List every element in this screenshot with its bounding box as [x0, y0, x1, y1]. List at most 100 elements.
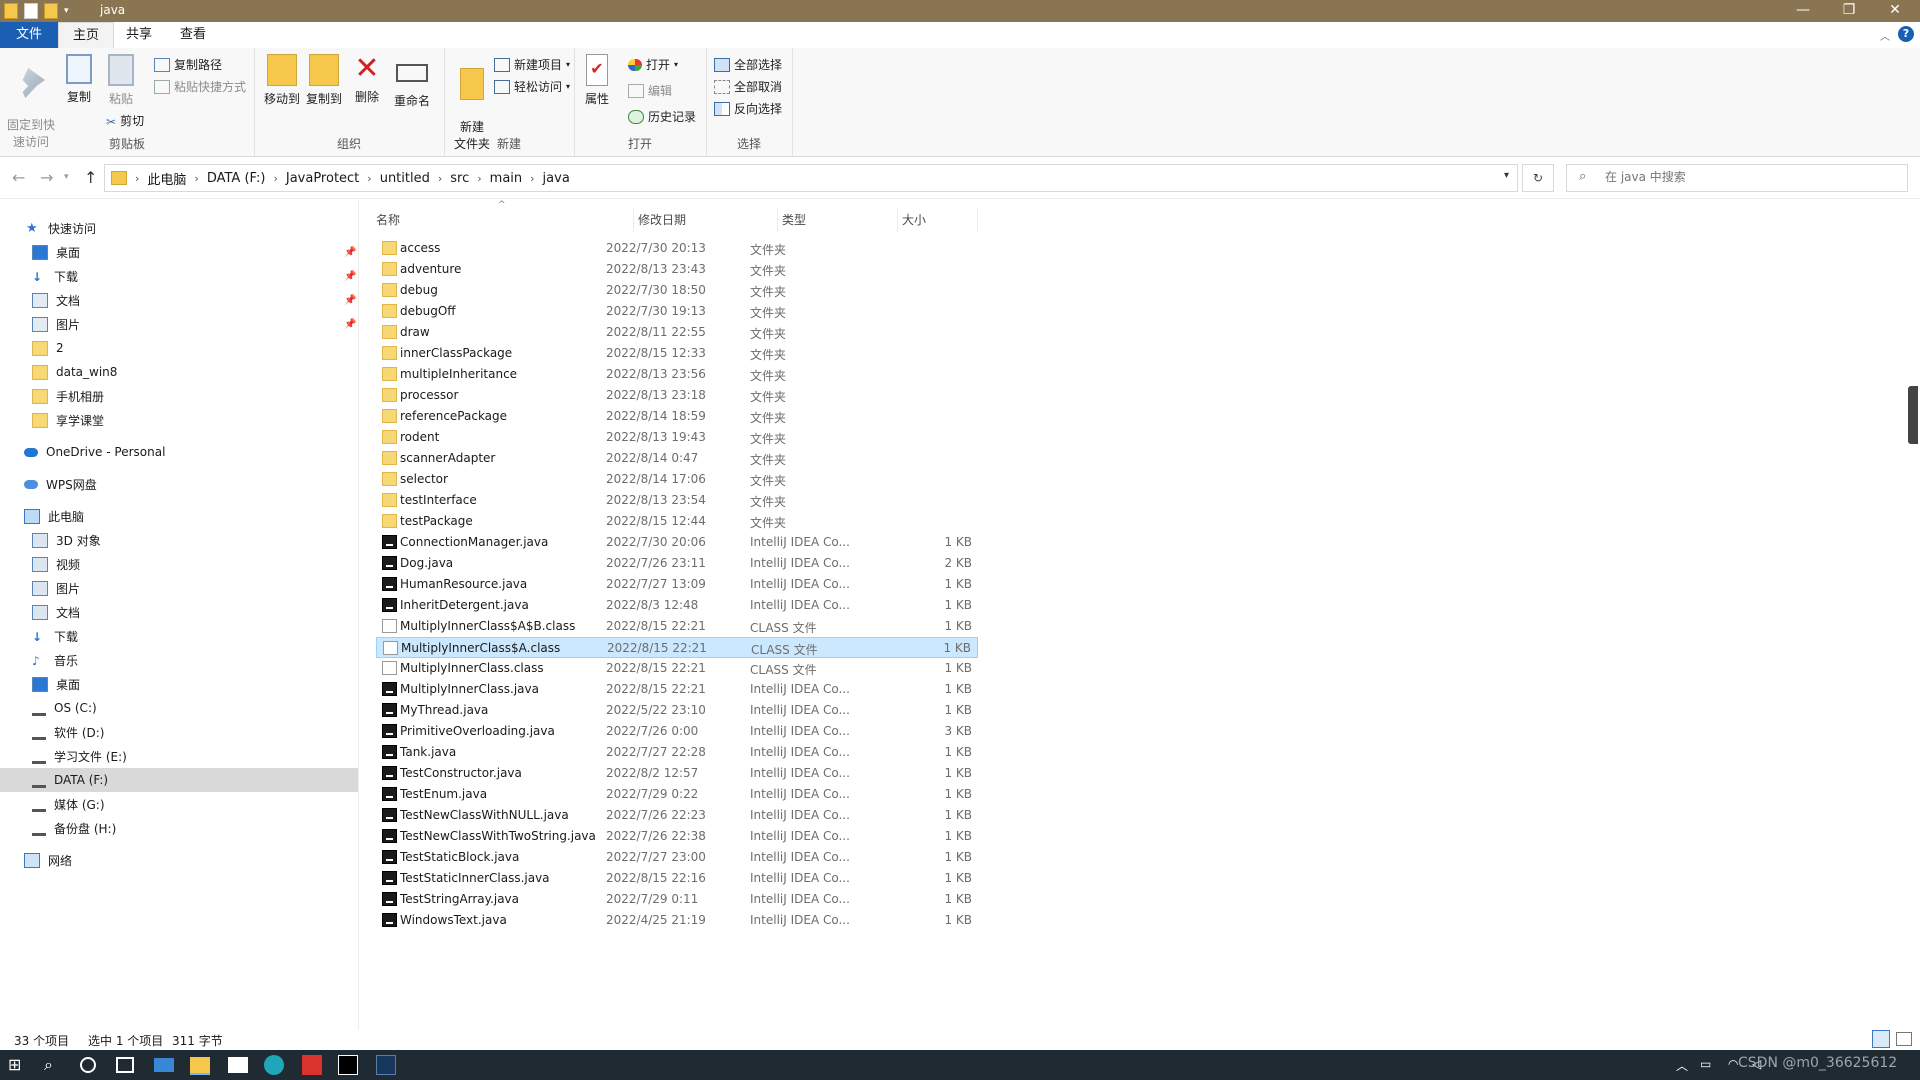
breadcrumb-java[interactable]: java	[543, 171, 570, 186]
sidebar-quick-access[interactable]: ★ 快速访问	[0, 216, 358, 240]
file-row[interactable]: debug 2022/7/30 18:50 文件夹	[376, 280, 978, 301]
chevron-right-icon[interactable]: ›	[135, 172, 139, 185]
file-row[interactable]: draw 2022/8/11 22:55 文件夹	[376, 322, 978, 343]
breadcrumb-main[interactable]: main	[490, 171, 522, 186]
invert-selection-button[interactable]: 反向选择	[714, 100, 782, 117]
file-row[interactable]: scannerAdapter 2022/8/14 0:47 文件夹	[376, 448, 978, 469]
pin-icon[interactable]: 📌	[344, 271, 356, 282]
edge-icon[interactable]	[264, 1055, 284, 1075]
collapse-ribbon-icon[interactable]: ︿	[1880, 28, 1890, 43]
column-header-date[interactable]: 修改日期	[634, 208, 778, 232]
tab-file[interactable]: 文件	[0, 22, 59, 48]
address-bar[interactable]: › 此电脑 › DATA (F:) › JavaProtect › untitl…	[104, 164, 1518, 192]
file-row[interactable]: TestNewClassWithTwoString.java 2022/7/26 …	[376, 826, 978, 847]
up-arrow-icon[interactable]: ↑	[84, 168, 97, 187]
large-icons-view-icon[interactable]	[1896, 1032, 1912, 1046]
file-row[interactable]: multipleInheritance 2022/8/13 23:56 文件夹	[376, 364, 978, 385]
sidebar-quick-item[interactable]: data_win8	[0, 360, 358, 384]
forward-arrow-icon[interactable]: →	[40, 168, 53, 187]
search-box[interactable]: ⌕	[1566, 164, 1908, 192]
file-row[interactable]: TestEnum.java 2022/7/29 0:22 IntelliJ IDEA…	[376, 784, 978, 805]
restore-button[interactable]: ❐	[1826, 0, 1872, 22]
file-row[interactable]: testInterface 2022/8/13 23:54 文件夹	[376, 490, 978, 511]
column-header-size[interactable]: 大小	[898, 208, 978, 232]
file-row[interactable]: Tank.java 2022/7/27 22:28 IntelliJ IDEA Co…	[376, 742, 978, 763]
wps-icon[interactable]	[302, 1055, 322, 1075]
back-arrow-icon[interactable]: ←	[12, 168, 25, 187]
tab-view[interactable]: 查看	[166, 22, 220, 48]
chevron-right-icon[interactable]: ›	[477, 172, 481, 185]
search-icon[interactable]: ⌕	[44, 1055, 64, 1075]
sidebar-quick-item[interactable]: 2	[0, 336, 358, 360]
recent-locations-icon[interactable]: ▾	[64, 172, 69, 182]
file-row[interactable]: PrimitiveOverloading.java 2022/7/26 0:00 I…	[376, 721, 978, 742]
rename-button[interactable]: 重命名	[390, 54, 434, 109]
file-row[interactable]: testPackage 2022/8/15 12:44 文件夹	[376, 511, 978, 532]
file-row[interactable]: InheritDetergent.java 2022/8/3 12:48 Intel…	[376, 595, 978, 616]
sidebar-quick-item[interactable]: 文档 📌	[0, 288, 358, 312]
chevron-right-icon[interactable]: ›	[273, 172, 277, 185]
column-header-type[interactable]: 类型	[778, 208, 898, 232]
scrollbar-thumb[interactable]	[1908, 386, 1918, 444]
file-row[interactable]: processor 2022/8/13 23:18 文件夹	[376, 385, 978, 406]
help-icon[interactable]: ?	[1898, 26, 1914, 42]
cut-button[interactable]: ✂ 剪切	[106, 112, 144, 129]
sidebar-pc-item[interactable]: OS (C:)	[0, 696, 358, 720]
details-view-icon[interactable]	[1872, 1030, 1890, 1048]
sidebar-quick-item[interactable]: 桌面 📌	[0, 240, 358, 264]
pin-icon[interactable]: 📌	[344, 295, 356, 306]
file-row[interactable]: adventure 2022/8/13 23:43 文件夹	[376, 259, 978, 280]
new-folder-icon[interactable]	[44, 3, 58, 19]
file-row[interactable]: ConnectionManager.java 2022/7/30 20:06 Int…	[376, 532, 978, 553]
chevron-right-icon[interactable]: ›	[367, 172, 371, 185]
pin-icon[interactable]: 📌	[344, 247, 356, 258]
breadcrumb-drive-f[interactable]: DATA (F:)	[207, 171, 266, 186]
select-none-button[interactable]: 全部取消	[714, 78, 782, 95]
file-row[interactable]: WindowsText.java 2022/4/25 21:19 IntelliJ …	[376, 910, 978, 931]
file-row[interactable]: MultiplyInnerClass.class 2022/8/15 22:21 C…	[376, 658, 978, 679]
move-to-button[interactable]: 移动到	[262, 54, 302, 107]
sidebar-pc-item[interactable]: 软件 (D:)	[0, 720, 358, 744]
column-header-name[interactable]: 名称	[372, 208, 634, 232]
file-row[interactable]: MultiplyInnerClass$A$B.class 2022/8/15 22…	[376, 616, 978, 637]
sidebar-pc-item[interactable]: 媒体 (G:)	[0, 792, 358, 816]
sidebar-pc-item[interactable]: 图片	[0, 576, 358, 600]
minimize-button[interactable]: —	[1780, 0, 1826, 22]
sidebar-pc-item[interactable]: 文档	[0, 600, 358, 624]
properties-check-icon[interactable]	[24, 3, 38, 19]
paste-button[interactable]: 粘贴	[102, 54, 140, 107]
edit-button[interactable]: 编辑	[628, 82, 672, 99]
breadcrumb-javaprotect[interactable]: JavaProtect	[286, 171, 359, 186]
close-button[interactable]: ✕	[1872, 0, 1918, 22]
sidebar-pc-item[interactable]: 备份盘 (H:)	[0, 816, 358, 840]
select-all-button[interactable]: 全部选择	[714, 56, 782, 73]
paste-shortcut-button[interactable]: 粘贴快捷方式	[154, 78, 246, 95]
chevron-right-icon[interactable]: ›	[438, 172, 442, 185]
sidebar-this-pc[interactable]: 此电脑	[0, 504, 358, 528]
delete-button[interactable]: ✕ 删除	[352, 54, 382, 105]
address-dropdown-icon[interactable]: ▾	[1504, 170, 1509, 181]
file-row[interactable]: TestNewClassWithNULL.java 2022/7/26 22:23…	[376, 805, 978, 826]
file-row[interactable]: TestConstructor.java 2022/8/2 12:57 Intell…	[376, 763, 978, 784]
file-row[interactable]: selector 2022/8/14 17:06 文件夹	[376, 469, 978, 490]
open-button[interactable]: 打开 ▾	[628, 56, 678, 73]
file-row[interactable]: MyThread.java 2022/5/22 23:10 IntelliJ IDE…	[376, 700, 978, 721]
easy-access-button[interactable]: 轻松访问 ▾	[494, 78, 570, 95]
sidebar-pc-item[interactable]: ♪ 音乐	[0, 648, 358, 672]
file-row[interactable]: Dog.java 2022/7/26 23:11 IntelliJ IDEA Co.…	[376, 553, 978, 574]
chevron-down-icon[interactable]: ▾	[64, 6, 69, 16]
new-item-button[interactable]: 新建项目 ▾	[494, 56, 570, 73]
file-row[interactable]: rodent 2022/8/13 19:43 文件夹	[376, 427, 978, 448]
sidebar-onedrive[interactable]: OneDrive - Personal	[0, 440, 358, 464]
store-icon[interactable]	[228, 1057, 248, 1073]
powershell-icon[interactable]	[376, 1055, 396, 1075]
sidebar-quick-item[interactable]: ↓ 下载 📌	[0, 264, 358, 288]
file-row[interactable]: debugOff 2022/7/30 19:13 文件夹	[376, 301, 978, 322]
file-row[interactable]: innerClassPackage 2022/8/15 12:33 文件夹	[376, 343, 978, 364]
file-row[interactable]: TestStringArray.java 2022/7/29 0:11 Intell…	[376, 889, 978, 910]
refresh-button[interactable]: ↻	[1522, 164, 1554, 192]
breadcrumb-this-pc[interactable]: 此电脑	[147, 169, 186, 188]
history-button[interactable]: 历史记录	[628, 108, 696, 125]
sidebar-wps[interactable]: WPS网盘	[0, 472, 358, 496]
breadcrumb-src[interactable]: src	[450, 171, 469, 186]
